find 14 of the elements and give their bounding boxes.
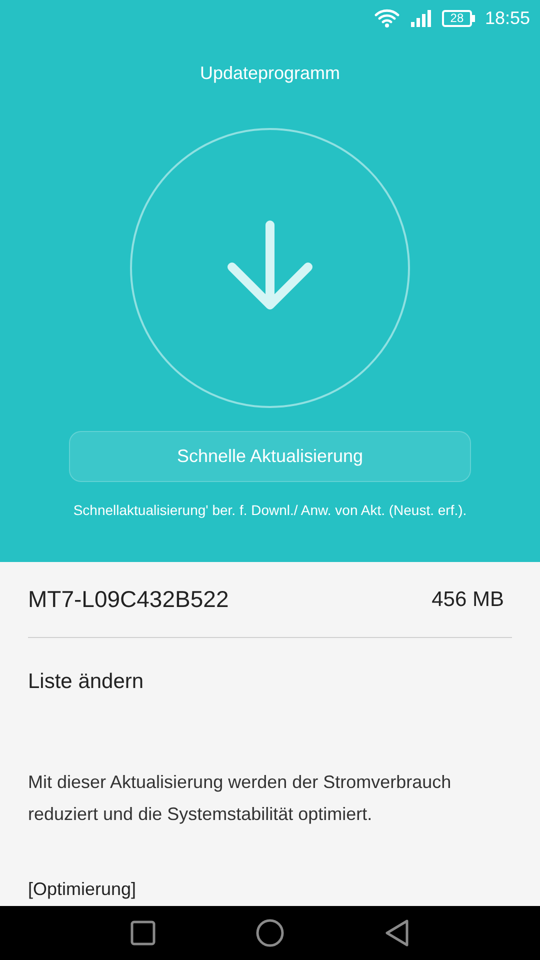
battery-icon: 28: [442, 10, 475, 26]
clock: 18:55: [484, 6, 530, 30]
page-title: Updateprogramm: [200, 62, 340, 85]
description-text: Mit dieser Aktualisierung werden der Stromverbrauch reduziert und die Systemstabilität optimiert.: [28, 770, 452, 826]
change-list-item[interactable]: Liste ändern: [28, 666, 512, 698]
quick-update-note: Schnellaktualisierung' ber. f. Downl./ Anw. von Akt. (Neust. erf.).: [72, 501, 468, 520]
recents-icon[interactable]: [130, 920, 156, 946]
signal-icon: [410, 9, 432, 27]
section-heading: [Optimierung]: [28, 878, 138, 901]
wifi-icon: [374, 8, 400, 28]
size-label: 456 MB: [432, 586, 504, 613]
back-icon[interactable]: [384, 919, 410, 947]
version-label: MT7-L09C432B522: [28, 585, 229, 614]
home-icon[interactable]: [256, 919, 284, 947]
